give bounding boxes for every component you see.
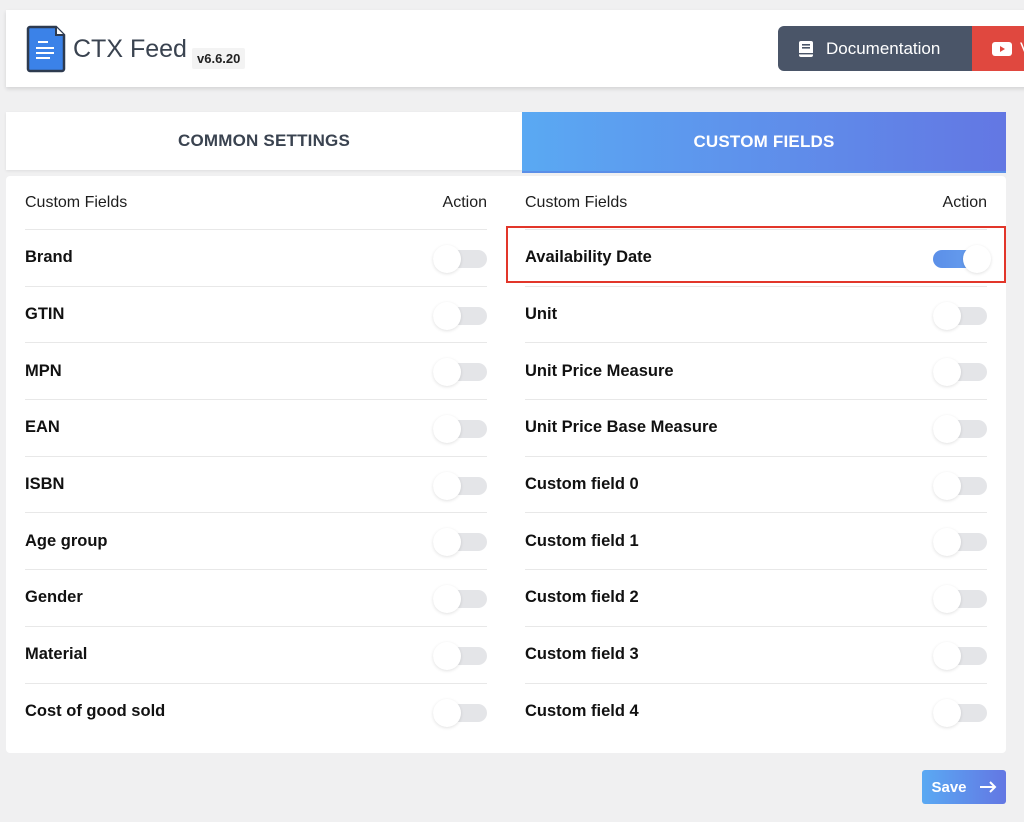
field-row: Custom field 1 xyxy=(525,513,987,571)
field-row: Age group xyxy=(25,513,487,571)
toggle-knob xyxy=(933,301,961,330)
column-header-field: Custom Fields xyxy=(25,193,128,211)
field-row: Brand xyxy=(25,230,487,287)
field-label: Cost of good sold xyxy=(25,702,166,721)
top-bar: CTX Feed v6.6.20 Documentation V xyxy=(6,10,1024,87)
field-row: Custom field 2 xyxy=(525,570,987,627)
column-header-action: Action xyxy=(442,193,487,211)
toggle-knob xyxy=(433,301,461,330)
field-toggle[interactable] xyxy=(933,358,987,387)
toggle-knob xyxy=(933,358,961,387)
field-label: Age group xyxy=(25,531,108,550)
toggle-knob xyxy=(933,471,961,500)
toggle-knob xyxy=(933,414,961,443)
field-toggle[interactable] xyxy=(433,584,487,613)
field-label: Custom field 4 xyxy=(525,702,639,721)
field-toggle[interactable] xyxy=(433,244,487,273)
field-toggle[interactable] xyxy=(933,584,987,613)
field-label: Unit Price Measure xyxy=(525,361,674,380)
document-logo-icon xyxy=(26,25,66,73)
app-title: CTX Feed xyxy=(73,35,187,63)
right-fields-column: Custom Fields Action Availability Date Un… xyxy=(525,176,991,741)
documentation-button[interactable]: Documentation xyxy=(778,26,974,71)
documentation-label: Documentation xyxy=(826,38,941,58)
toggle-knob xyxy=(433,358,461,387)
field-row: Unit Price Measure xyxy=(525,343,987,401)
field-toggle[interactable] xyxy=(933,641,987,670)
toggle-knob xyxy=(933,698,961,727)
toggle-knob xyxy=(433,641,461,670)
save-button[interactable]: Save xyxy=(922,770,1006,804)
field-label: Material xyxy=(25,645,88,664)
arrow-right-icon xyxy=(979,781,996,793)
field-toggle[interactable] xyxy=(933,471,987,500)
toggle-knob xyxy=(933,528,961,557)
field-toggle[interactable] xyxy=(933,528,987,557)
field-toggle[interactable] xyxy=(933,301,987,330)
field-label: Gender xyxy=(25,588,83,607)
video-tutorial-button[interactable]: V xyxy=(972,26,1024,71)
toggle-knob xyxy=(433,244,461,273)
field-toggle[interactable] xyxy=(933,698,987,727)
field-row: GTIN xyxy=(25,287,487,344)
field-label: ISBN xyxy=(25,475,65,494)
field-row: Cost of good sold xyxy=(25,684,487,741)
toggle-knob xyxy=(933,641,961,670)
save-label: Save xyxy=(931,778,967,796)
field-toggle[interactable] xyxy=(433,471,487,500)
field-label: Brand xyxy=(25,248,73,267)
settings-tabs: COMMON SETTINGS CUSTOM FIELDS xyxy=(6,112,1006,173)
column-header-field: Custom Fields xyxy=(525,193,628,211)
field-row: Gender xyxy=(25,570,487,627)
field-label: Unit xyxy=(525,305,558,324)
field-row: EAN xyxy=(25,400,487,457)
field-toggle[interactable] xyxy=(433,528,487,557)
field-toggle[interactable] xyxy=(433,414,487,443)
field-label: MPN xyxy=(25,361,62,380)
field-toggle[interactable] xyxy=(433,358,487,387)
field-toggle[interactable] xyxy=(433,698,487,727)
book-icon xyxy=(799,40,813,57)
left-fields-column: Custom Fields Action Brand GTIN MPN EAN ISBN… xyxy=(25,176,487,740)
field-row: Custom field 0 xyxy=(525,457,987,514)
field-row: Unit Price Base Measure xyxy=(525,400,987,457)
toggle-knob xyxy=(433,584,461,613)
field-label: EAN xyxy=(25,418,60,437)
field-row: Custom field 4 xyxy=(525,684,987,741)
field-toggle[interactable] xyxy=(933,244,991,273)
column-header: Custom Fields Action xyxy=(25,176,487,230)
column-header-action: Action xyxy=(942,193,987,211)
field-label: GTIN xyxy=(25,305,65,324)
toggle-knob xyxy=(433,414,461,443)
toggle-knob xyxy=(433,528,461,557)
field-row: Custom field 3 xyxy=(525,627,987,684)
field-row: MPN xyxy=(25,343,487,401)
video-label: V xyxy=(1020,39,1024,59)
field-label: Custom field 3 xyxy=(525,645,639,664)
field-label: Availability Date xyxy=(525,248,652,267)
field-label: Custom field 0 xyxy=(525,475,639,494)
field-row: ISBN xyxy=(25,457,487,514)
toggle-knob xyxy=(963,244,991,273)
field-row: Availability Date xyxy=(525,230,991,287)
field-toggle[interactable] xyxy=(433,301,487,330)
field-toggle[interactable] xyxy=(433,641,487,670)
custom-fields-panel: Custom Fields Action Brand GTIN MPN EAN ISBN… xyxy=(6,176,1006,753)
field-label: Unit Price Base Measure xyxy=(525,418,718,437)
field-label: Custom field 2 xyxy=(525,588,639,607)
field-toggle[interactable] xyxy=(933,414,987,443)
toggle-knob xyxy=(433,698,461,727)
tab-custom-fields[interactable]: CUSTOM FIELDS xyxy=(522,112,1006,173)
field-row: Material xyxy=(25,627,487,684)
youtube-icon xyxy=(992,41,1012,56)
tab-common-settings[interactable]: COMMON SETTINGS xyxy=(6,112,522,170)
toggle-knob xyxy=(933,584,961,613)
toggle-knob xyxy=(433,471,461,500)
field-label: Custom field 1 xyxy=(525,531,639,550)
field-row: Unit xyxy=(525,287,987,344)
column-header: Custom Fields Action xyxy=(525,176,987,230)
version-badge: v6.6.20 xyxy=(192,48,246,69)
